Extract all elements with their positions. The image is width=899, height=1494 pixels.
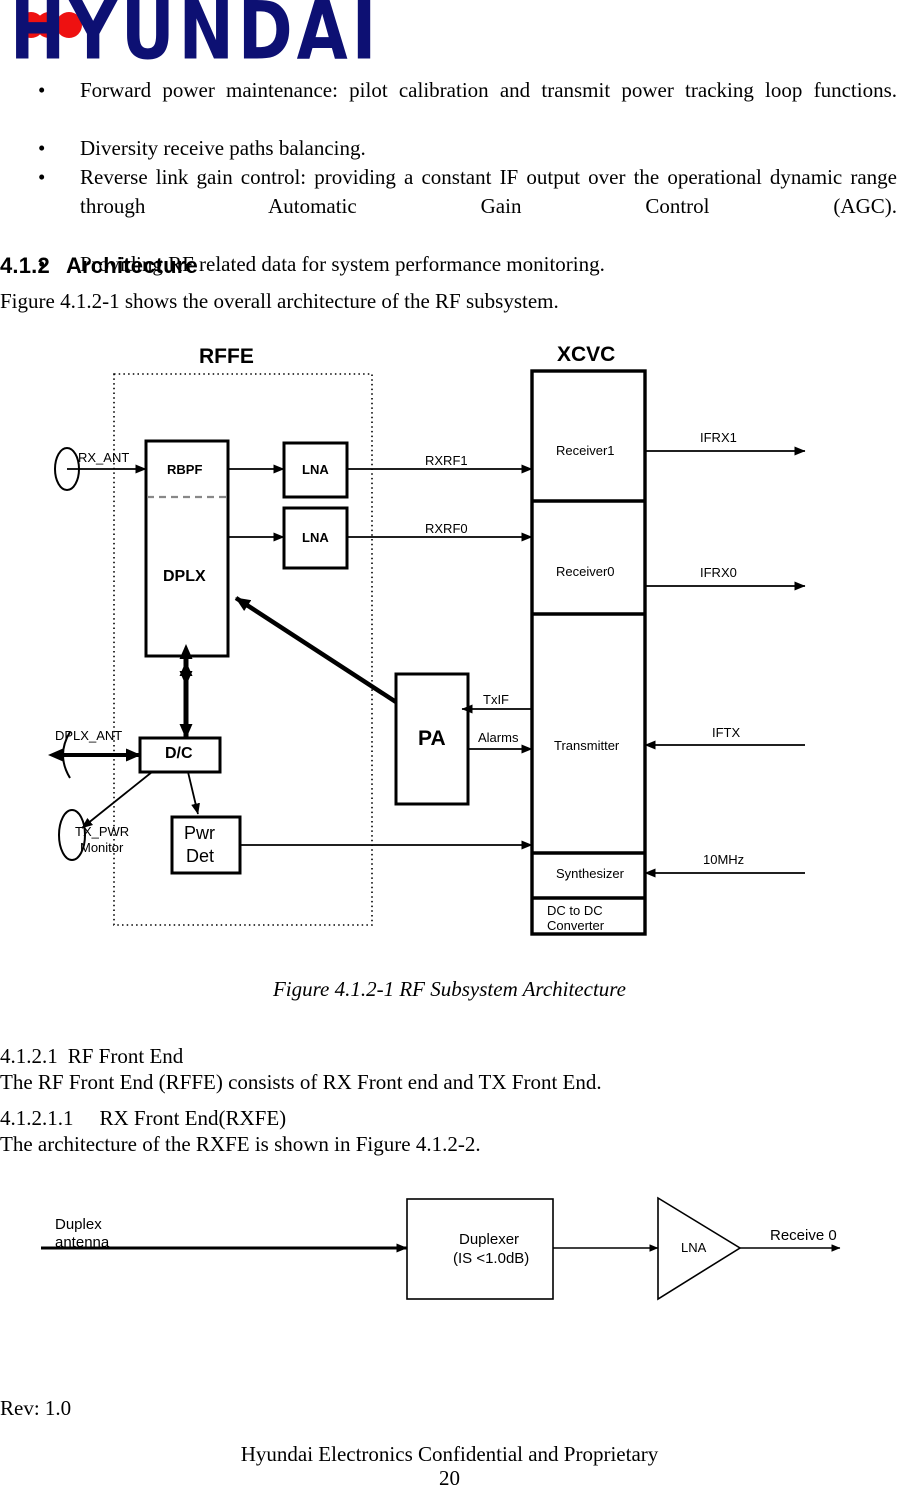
hyundai-logo: HYUNDAI [0,0,899,62]
duplex-antenna-label-line2: antenna [55,1234,110,1251]
list-item-text: Forward power maintenance: pilot calibra… [80,78,897,102]
pwr-det-label-line1: Pwr [184,823,215,843]
txif-label: TxIF [483,692,509,707]
alarms-label: Alarms [478,730,519,745]
duplexer-label-line2: (IS <1.0dB) [453,1250,530,1267]
footer-page-number: 20 [439,1466,460,1490]
logo-wrap: HYUNDAI [10,0,380,62]
section-heading-rf-front-end: 4.1.2.1 RF Front End [0,1042,183,1070]
ifrx0-label: IFRX0 [700,565,737,580]
section-number: 4.1.2 [0,253,50,278]
paragraph-rx-front-end: The architecture of the RXFE is shown in… [0,1132,481,1156]
list-item-text: Reverse link gain control: providing a c… [80,165,897,218]
tx-pwr-label-line1: TX_PWR [75,824,130,839]
ref-10mhz-label: 10MHz [703,852,745,867]
list-item: • Diversity receive paths balancing. [0,134,899,163]
bullet-icon: • [38,136,46,160]
section-title: RX Front End(RXFE) [99,1106,287,1130]
xcvc-group-label: XCVC [557,343,616,366]
paragraph-architecture: Figure 4.1.2-1 shows the overall archite… [0,289,559,313]
lna-bottom-label: LNA [302,530,329,545]
rxrf1-label: RXRF1 [425,453,468,468]
footer-confidentiality-notice: Hyundai Electronics Confidential and Pro… [240,1442,659,1466]
figure-1-svg [48,369,806,936]
figure-1-caption: Figure 4.1.2-1 RF Subsystem Architecture [272,977,627,1001]
synthesizer-label: Synthesizer [556,866,624,881]
capabilities-bullet-list: • Forward power maintenance: pilot calib… [0,76,899,279]
pwr-det-label-line2: Det [186,846,215,866]
bullet-icon: • [38,165,46,189]
section-number: 4.1.2.1.1 [0,1106,74,1130]
revision-label: Rev: 1.0 [0,1396,72,1420]
iftx-label: IFTX [712,725,741,740]
transmitter-label: Transmitter [554,738,620,753]
rx-ant-label: RX_ANT [78,450,130,465]
list-item-text: Providing RF related data for system per… [80,252,605,276]
figure-rxfe-architecture: Duplex antenna Duplexer (IS <1.0dB) LNA … [0,1180,899,1340]
dc-to-pwr-det-line [187,771,200,815]
dc-label: D/C [165,745,193,762]
section-title: RF Front End [67,1044,184,1068]
section-heading-architecture: 4.1.2 Architecture [0,253,198,279]
dplx-ant-label: DPLX_ANT [55,728,123,743]
dc-to-tx-pwr-monitor-line [81,771,153,829]
section-number: 4.1.2.1 [0,1044,58,1068]
list-item-text: Diversity receive paths balancing. [80,136,366,160]
receive-0-label: Receive 0 [770,1227,837,1244]
rffe-group-label: RFFE [199,345,254,368]
lna-top-label: LNA [302,462,329,477]
list-item: • Reverse link gain control: providing a… [0,163,899,250]
duplex-antenna-label-line1: Duplex [55,1216,102,1233]
tx-pwr-label-line2: Monitor [80,840,124,855]
dplx-label: DPLX [163,568,206,585]
logo-wordmark: HYUNDAI [10,0,381,62]
pa-to-dplx-line [234,596,398,704]
paragraph-rf-front-end: The RF Front End (RFFE) consists of RX F… [0,1070,602,1094]
section-heading-rx-front-end: 4.1.2.1.1 RX Front End(RXFE) [0,1104,286,1132]
list-item: • Forward power maintenance: pilot calib… [0,76,899,134]
duplexer-block [406,1198,554,1300]
rxrf0-label: RXRF0 [425,521,468,536]
figure-rf-subsystem-architecture: RFFE XCVC RBPF DPLX LNA LNA D/C Pwr Det … [0,340,899,960]
receiver0-label: Receiver0 [556,564,615,579]
receiver1-label: Receiver1 [556,443,615,458]
lna-label: LNA [681,1240,707,1255]
figure-2-svg [41,1196,841,1301]
pa-label: PA [418,727,446,750]
dcdc-label-line2: Converter [547,918,605,933]
rbpf-label: RBPF [167,462,203,477]
ifrx1-label: IFRX1 [700,430,737,445]
duplexer-label-line1: Duplexer [459,1231,520,1248]
bullet-icon: • [38,78,46,102]
section-title: Architecture [65,253,198,278]
dcdc-label-line1: DC to DC [547,903,603,918]
